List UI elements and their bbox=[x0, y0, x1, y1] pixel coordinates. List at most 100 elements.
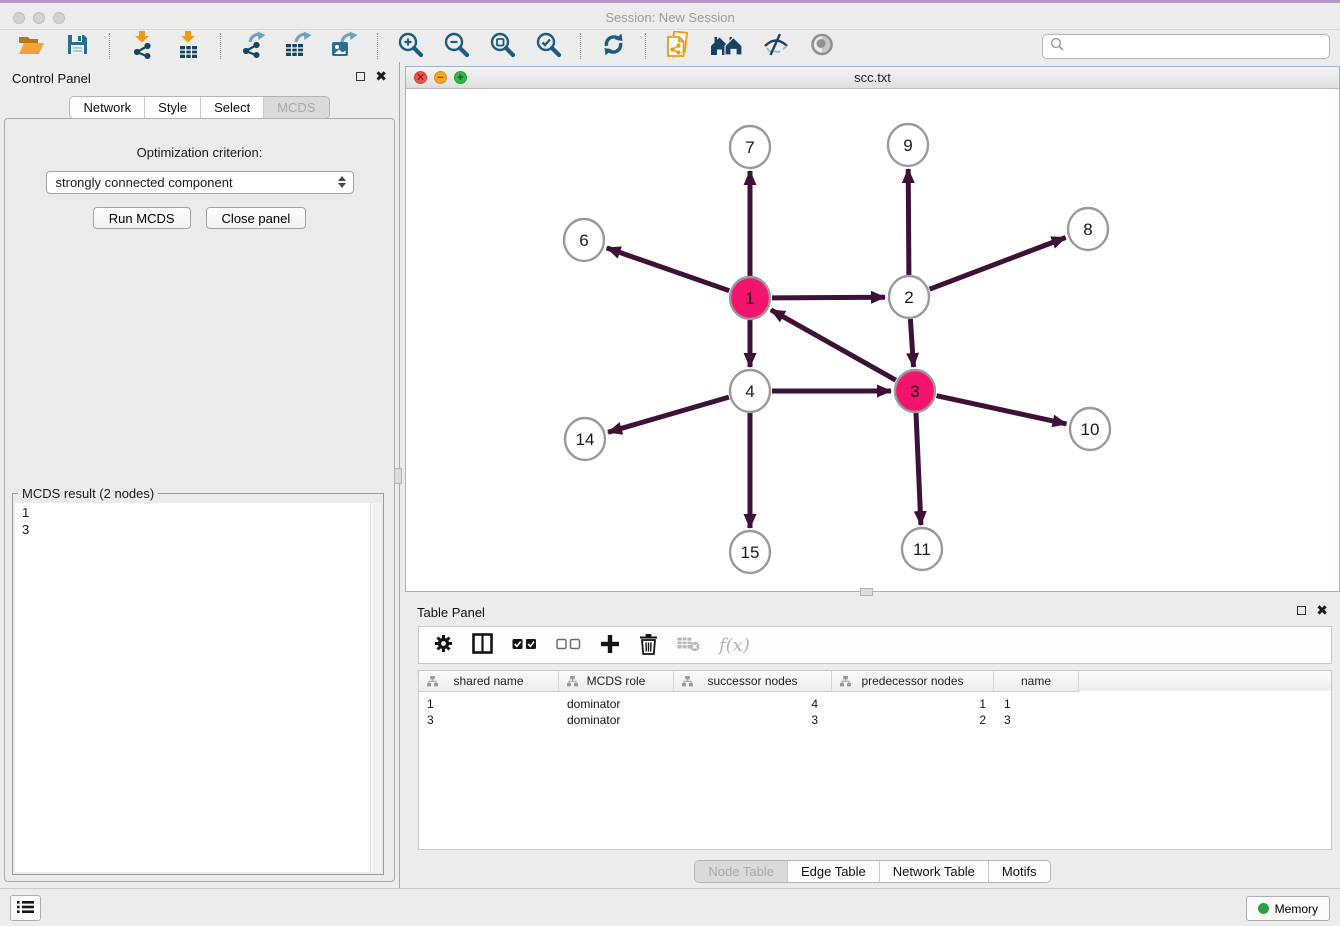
import-table-button[interactable] bbox=[172, 31, 204, 61]
network-window-titlebar: ✕ − + scc.txt bbox=[406, 67, 1339, 89]
table-cell[interactable]: 1 bbox=[994, 696, 1079, 712]
network-canvas[interactable]: 7 9 6 8 1 2 4 3 14 10 15 11 bbox=[406, 90, 1339, 591]
vertical-splitter-handle[interactable] bbox=[394, 468, 402, 484]
graph-edge-2-3[interactable] bbox=[910, 319, 913, 367]
delete-table-button[interactable] bbox=[677, 635, 700, 655]
network-minimize-button[interactable]: − bbox=[434, 71, 447, 84]
graph-edge-4-14[interactable] bbox=[608, 397, 729, 432]
graph-node-10[interactable]: 10 bbox=[1070, 408, 1110, 450]
tab-style[interactable]: Style bbox=[144, 97, 200, 118]
control-panel-header: Control Panel ✖ bbox=[0, 62, 399, 92]
tab-mcds[interactable]: MCDS bbox=[263, 97, 328, 118]
table-cell[interactable]: 2 bbox=[832, 712, 994, 728]
memory-button[interactable]: Memory bbox=[1246, 896, 1330, 921]
run-mcds-button[interactable]: Run MCDS bbox=[93, 207, 191, 229]
graph-node-15[interactable]: 15 bbox=[730, 531, 770, 573]
graph-edge-1-6[interactable] bbox=[607, 248, 730, 291]
zoom-fit-button[interactable] bbox=[486, 31, 518, 61]
import-network-icon bbox=[131, 31, 154, 62]
column-header-name[interactable]: name bbox=[994, 671, 1079, 692]
show-panels-list-button[interactable] bbox=[10, 895, 41, 921]
open-session-button[interactable] bbox=[15, 31, 47, 61]
tab-network[interactable]: Network bbox=[70, 97, 144, 118]
graph-node-14[interactable]: 14 bbox=[565, 418, 605, 460]
graph-node-3[interactable]: 3 bbox=[895, 370, 935, 412]
table-cell[interactable]: 1 bbox=[832, 696, 994, 712]
table-tab-motifs[interactable]: Motifs bbox=[988, 861, 1050, 882]
graph-node-label: 3 bbox=[910, 382, 919, 401]
zoom-in-button[interactable] bbox=[394, 31, 426, 61]
search-input[interactable] bbox=[1065, 37, 1329, 57]
tab-select[interactable]: Select bbox=[200, 97, 263, 118]
import-network-button[interactable] bbox=[126, 31, 158, 61]
criterion-selected-value: strongly connected component bbox=[56, 175, 233, 190]
table-cell[interactable]: 3 bbox=[994, 712, 1079, 728]
toggle-panel-columns-button[interactable] bbox=[472, 633, 493, 657]
graph-edge-3-10[interactable] bbox=[937, 396, 1067, 424]
deselect-all-columns-button[interactable] bbox=[556, 638, 581, 653]
network-zoom-button[interactable]: + bbox=[454, 71, 467, 84]
delete-columns-button[interactable] bbox=[639, 633, 658, 658]
export-image-button[interactable] bbox=[329, 31, 361, 61]
graph-node-label: 6 bbox=[579, 231, 588, 250]
graph-node-8[interactable]: 8 bbox=[1068, 208, 1108, 250]
table-cell[interactable]: dominator bbox=[559, 696, 674, 712]
show-graphics-details-button[interactable] bbox=[806, 31, 838, 61]
result-scrollbar[interactable] bbox=[370, 503, 381, 872]
graph-edge-1-2[interactable] bbox=[772, 297, 885, 298]
column-header-successor-nodes[interactable]: successor nodes bbox=[674, 671, 832, 692]
zoom-selected-button[interactable] bbox=[532, 31, 564, 61]
table-settings-button[interactable] bbox=[434, 634, 453, 656]
graph-edge-2-9[interactable] bbox=[908, 169, 909, 275]
graph-node-2[interactable]: 2 bbox=[889, 276, 929, 318]
add-column-button[interactable] bbox=[600, 634, 620, 657]
export-image-icon bbox=[331, 31, 359, 61]
column-tree-icon bbox=[427, 676, 438, 690]
graph-node-label: 4 bbox=[745, 382, 754, 401]
column-header-shared-name[interactable]: shared name bbox=[419, 671, 559, 692]
table-header-row: shared nameMCDS rolesuccessor nodesprede… bbox=[419, 671, 1331, 692]
close-panel-icon[interactable]: ✖ bbox=[375, 71, 387, 81]
graph-edge-3-1[interactable] bbox=[771, 310, 896, 380]
graph-node-1[interactable]: 1 bbox=[730, 277, 770, 319]
mcds-result-textarea[interactable]: 1 3 bbox=[15, 503, 381, 872]
horizontal-splitter-handle[interactable] bbox=[860, 588, 873, 596]
refresh-view-button[interactable] bbox=[597, 31, 629, 61]
close-panel-button[interactable]: Close panel bbox=[206, 207, 307, 229]
hide-graphics-details-button[interactable] bbox=[760, 31, 792, 61]
table-cell[interactable]: dominator bbox=[559, 712, 674, 728]
table-row[interactable]: 1dominator411 bbox=[419, 696, 1331, 712]
zoom-out-button[interactable] bbox=[440, 31, 472, 61]
clone-network-button[interactable] bbox=[662, 31, 694, 61]
table-row[interactable]: 3dominator323 bbox=[419, 712, 1331, 728]
table-cell[interactable]: 3 bbox=[419, 712, 559, 728]
graph-node-4[interactable]: 4 bbox=[730, 370, 770, 412]
float-table-panel-icon[interactable] bbox=[1297, 606, 1306, 615]
network-close-button[interactable]: ✕ bbox=[414, 71, 427, 84]
table-panel-header: Table Panel ✖ bbox=[405, 596, 1340, 626]
function-builder-button[interactable]: f(x) bbox=[719, 635, 750, 656]
column-header-MCDS-role[interactable]: MCDS role bbox=[559, 671, 674, 692]
export-table-button[interactable] bbox=[283, 31, 315, 61]
graph-node-11[interactable]: 11 bbox=[902, 528, 942, 570]
column-header-predecessor-nodes[interactable]: predecessor nodes bbox=[832, 671, 994, 692]
table-cell[interactable]: 1 bbox=[419, 696, 559, 712]
graph-node-7[interactable]: 7 bbox=[730, 126, 770, 168]
criterion-select[interactable]: strongly connected component bbox=[46, 171, 354, 194]
save-session-button[interactable] bbox=[61, 31, 93, 61]
graph-edge-3-11[interactable] bbox=[916, 413, 921, 525]
table-tab-network-table[interactable]: Network Table bbox=[879, 861, 988, 882]
graph-node-6[interactable]: 6 bbox=[564, 219, 604, 261]
graph-edge-2-8[interactable] bbox=[930, 238, 1066, 290]
table-cell[interactable]: 4 bbox=[674, 696, 832, 712]
table-tab-edge-table[interactable]: Edge Table bbox=[787, 861, 879, 882]
float-panel-icon[interactable] bbox=[356, 72, 365, 81]
select-all-columns-button[interactable] bbox=[512, 638, 537, 653]
export-network-button[interactable] bbox=[237, 31, 269, 61]
graph-node-9[interactable]: 9 bbox=[888, 124, 928, 166]
table-tab-node-table[interactable]: Node Table bbox=[695, 861, 787, 882]
close-table-panel-icon[interactable]: ✖ bbox=[1316, 605, 1328, 615]
table-cell[interactable]: 3 bbox=[674, 712, 832, 728]
home-button[interactable] bbox=[708, 31, 746, 61]
delete-table-icon bbox=[677, 635, 700, 655]
